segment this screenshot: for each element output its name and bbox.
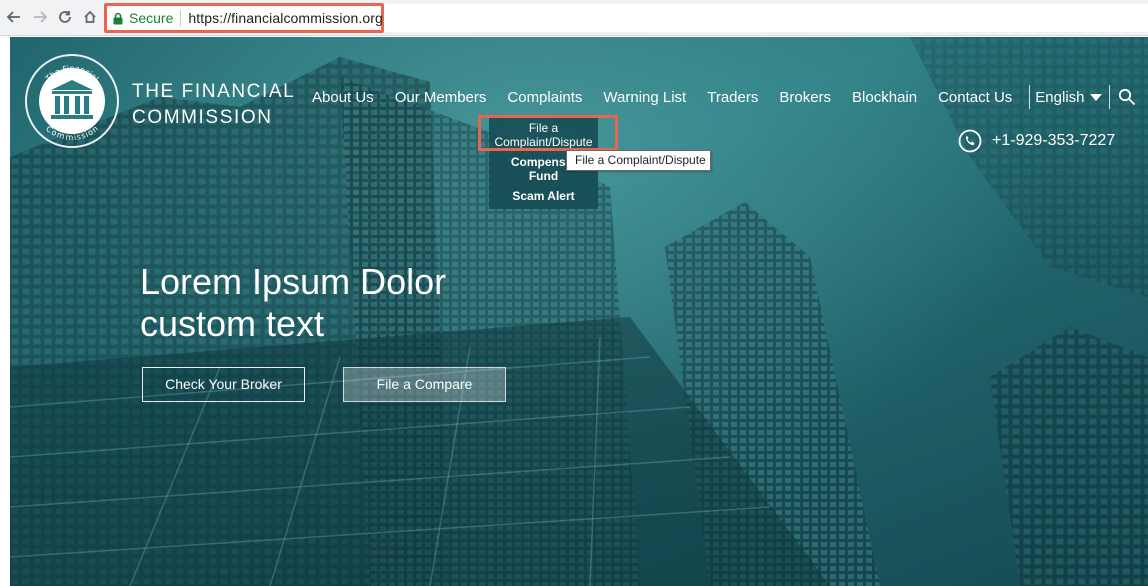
tooltip: File a Complaint/Dispute (566, 150, 711, 171)
url-text[interactable]: https://financialcommission.org (188, 10, 383, 26)
forward-arrow-icon[interactable] (30, 8, 50, 28)
brand-name-line-2: COMMISSION (132, 107, 273, 128)
hero-headline: Lorem Ipsum Dolor custom text (140, 261, 580, 345)
dropdown-item-scam-alert[interactable]: Scam Alert (489, 189, 598, 203)
caret-down-icon (1089, 93, 1102, 101)
address-bar-extension[interactable] (384, 4, 1148, 32)
dropdown-item-line: Fund (528, 169, 559, 183)
dropdown-item-line: Scam Alert (512, 189, 575, 203)
browser-toolbar: Secure https://financialcommission.org (0, 0, 1148, 36)
reload-icon[interactable] (55, 8, 75, 28)
logo[interactable]: The Financial Commission (25, 54, 119, 148)
page-left-margin (0, 37, 10, 586)
hero-section: The Financial Commission THE FINANCIAL C… (10, 37, 1148, 586)
address-bar[interactable]: Secure https://financialcommission.org (104, 3, 384, 33)
phone-icon (958, 129, 982, 153)
secure-label: Secure (129, 10, 174, 26)
check-your-broker-button[interactable]: Check Your Broker (142, 367, 305, 402)
back-arrow-icon[interactable] (4, 8, 24, 28)
nav-brokers[interactable]: Brokers (779, 89, 831, 106)
svg-text:Commission: Commission (44, 124, 100, 142)
svg-text:The Financial: The Financial (43, 64, 100, 84)
search-icon[interactable] (1118, 88, 1136, 106)
nav-our-members[interactable]: Our Members (395, 89, 487, 106)
nav-blockhain[interactable]: Blockhain (852, 89, 917, 106)
nav-contact-us[interactable]: Contact Us (938, 89, 1012, 106)
brand-name-line-1: THE FINANCIAL (132, 81, 296, 102)
nav-complaints[interactable]: Complaints (507, 89, 582, 106)
phone-number: +1-929-353-7227 (992, 132, 1116, 149)
brand-name[interactable]: THE FINANCIAL COMMISSION (132, 79, 332, 131)
dropdown-highlight-box (478, 115, 618, 151)
phone-contact[interactable]: +1-929-353-7227 (958, 129, 1115, 153)
hero-headline-line-1: Lorem Ipsum Dolor (140, 261, 447, 302)
nav-warning-list[interactable]: Warning List (603, 89, 686, 106)
main-nav: About Us Our Members Complaints Warning … (312, 85, 1136, 109)
home-icon[interactable] (80, 8, 100, 28)
hero-headline-line-2: custom text (140, 303, 325, 344)
language-label: English (1035, 88, 1085, 106)
logo-ring-text: The Financial Commission (43, 64, 100, 142)
address-separator (180, 10, 182, 26)
language-selector[interactable]: English (1029, 85, 1110, 109)
file-a-compare-button[interactable]: File a Compare (343, 367, 506, 402)
nav-traders[interactable]: Traders (707, 89, 758, 106)
lock-icon (113, 12, 123, 24)
nav-about-us[interactable]: About Us (312, 89, 374, 106)
